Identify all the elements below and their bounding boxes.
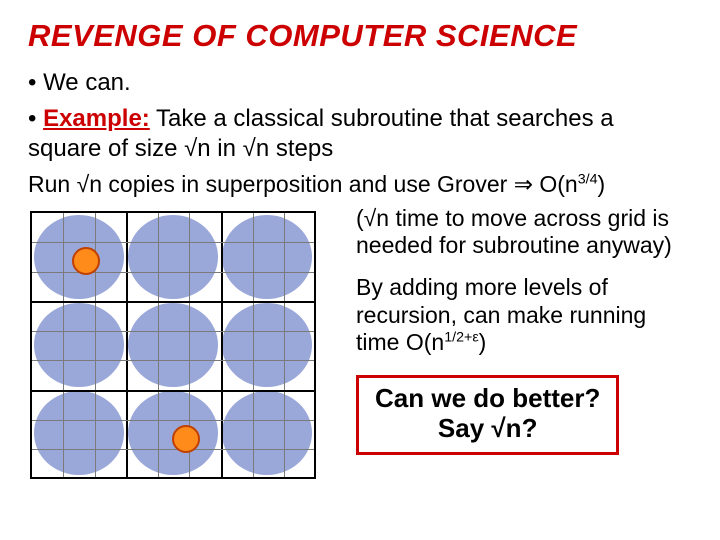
box-line2-a: Say bbox=[438, 413, 492, 443]
gridline bbox=[284, 213, 285, 477]
gridline-major bbox=[221, 213, 223, 477]
blob bbox=[128, 303, 218, 387]
runline-b: copies in superposition and use Grover bbox=[102, 171, 514, 197]
slide-title: REVENGE OF COMPUTER SCIENCE bbox=[28, 18, 692, 54]
runline-exp: 3/4 bbox=[578, 171, 598, 187]
content-row: ( n time to move across grid is needed fo… bbox=[28, 205, 692, 485]
gridline bbox=[32, 242, 314, 243]
right-column: ( n time to move across grid is needed fo… bbox=[328, 205, 692, 485]
bullet-2-sqrt1: n bbox=[197, 135, 210, 162]
gridline bbox=[253, 213, 254, 477]
blob bbox=[34, 391, 124, 475]
blob bbox=[222, 303, 312, 387]
marker-dot bbox=[172, 425, 200, 453]
runline-c: O(n bbox=[533, 171, 578, 197]
para2-exp: 1/2+ε bbox=[444, 329, 478, 345]
box-line2: Say n? bbox=[375, 414, 600, 444]
blob bbox=[34, 303, 124, 387]
para1-b: time to move across grid is needed for s… bbox=[356, 205, 672, 259]
runline-a: Run bbox=[28, 171, 77, 197]
implies-icon: ⇒ bbox=[514, 171, 533, 197]
sqrt-icon bbox=[491, 413, 505, 443]
box-sqrt: n bbox=[506, 413, 522, 443]
para1-a: ( bbox=[356, 205, 364, 231]
para-recursion: By adding more levels of recursion, can … bbox=[356, 274, 692, 357]
bullet-1: • We can. bbox=[28, 68, 692, 98]
sqrt-icon bbox=[184, 135, 197, 162]
bullet-2: • Example: Take a classical subroutine t… bbox=[28, 104, 692, 164]
callout-box: Can we do better? Say n? bbox=[356, 375, 619, 455]
grid-figure-wrap bbox=[28, 205, 328, 485]
gridline bbox=[32, 420, 314, 421]
bullet-2-lead: Example: bbox=[43, 105, 150, 132]
para2-a: By adding more levels of recursion, can … bbox=[356, 274, 646, 355]
bullet-2-text-c: steps bbox=[269, 135, 333, 162]
gridline-major bbox=[126, 213, 128, 477]
gridline bbox=[32, 331, 314, 332]
bullet-2-sqrt2: n bbox=[256, 135, 269, 162]
bullet-1-text: We can. bbox=[43, 69, 131, 96]
gridline bbox=[32, 360, 314, 361]
para-grid-time: ( n time to move across grid is needed fo… bbox=[356, 205, 692, 260]
runline-d: ) bbox=[598, 171, 606, 197]
runline-sqrt: n bbox=[89, 171, 102, 197]
blob bbox=[222, 391, 312, 475]
blob bbox=[222, 215, 312, 299]
gridline bbox=[32, 272, 314, 273]
gridline bbox=[158, 213, 159, 477]
gridline-major bbox=[32, 301, 314, 303]
para2-b: ) bbox=[479, 329, 487, 355]
bullet-2-text-b: in bbox=[211, 135, 243, 162]
gridline bbox=[32, 449, 314, 450]
box-line1: Can we do better? bbox=[375, 384, 600, 414]
para1-sqrt: n bbox=[376, 205, 389, 231]
run-line: Run n copies in superposition and use Gr… bbox=[28, 170, 692, 199]
box-line2-b: ? bbox=[522, 413, 538, 443]
marker-dot bbox=[72, 247, 100, 275]
grid-figure bbox=[30, 211, 316, 479]
blob bbox=[128, 215, 218, 299]
gridline-major bbox=[32, 390, 314, 392]
sqrt-icon bbox=[77, 171, 90, 197]
sqrt-icon bbox=[243, 135, 256, 162]
gridline bbox=[63, 213, 64, 477]
sqrt-icon bbox=[364, 205, 377, 231]
